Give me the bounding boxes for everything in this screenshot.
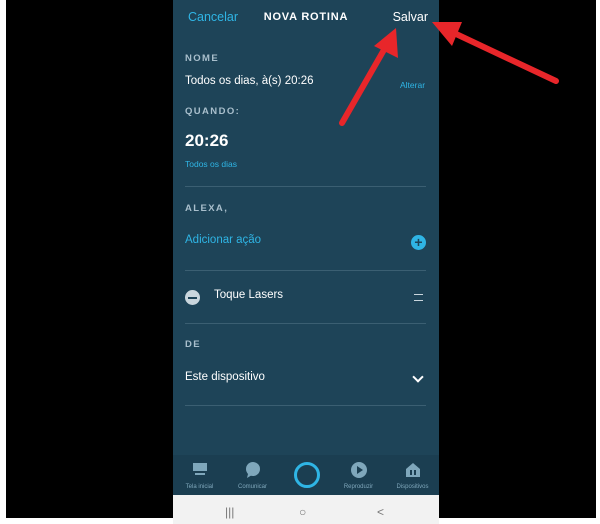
add-action-link[interactable]: Adicionar ação bbox=[185, 234, 261, 246]
change-name-link[interactable]: Alterar bbox=[400, 80, 425, 90]
nav-devices-label: Dispositivos bbox=[396, 484, 429, 490]
divider bbox=[185, 323, 426, 324]
add-action-plus-icon[interactable]: + bbox=[411, 235, 426, 250]
remove-action-minus-icon[interactable] bbox=[185, 290, 200, 305]
recents-button[interactable]: ||| bbox=[225, 505, 234, 519]
nav-home[interactable]: Tela inicial bbox=[173, 455, 226, 490]
chat-bubble-icon bbox=[245, 462, 260, 478]
recurrence-text[interactable]: Todos os dias bbox=[185, 159, 237, 169]
routine-name-value: Todos os dias, à(s) 20:26 bbox=[185, 75, 314, 87]
nav-play-label: Reproduzir bbox=[343, 484, 374, 490]
divider bbox=[185, 186, 426, 187]
devices-icon bbox=[405, 463, 420, 477]
from-section-label: DE bbox=[185, 339, 201, 350]
drag-handle-icon[interactable] bbox=[414, 294, 423, 301]
chevron-down-icon[interactable] bbox=[412, 371, 424, 383]
nav-communicate-label: Comunicar bbox=[237, 484, 267, 490]
home-button[interactable]: ○ bbox=[299, 505, 306, 519]
home-icon bbox=[192, 463, 207, 475]
alexa-section-label: ALEXA, bbox=[185, 203, 229, 214]
phone-screen: Cancelar NOVA ROTINA Salvar NOME Todos o… bbox=[173, 0, 439, 524]
alexa-ring-icon[interactable] bbox=[294, 462, 320, 488]
divider bbox=[185, 405, 426, 406]
top-bar: Cancelar NOVA ROTINA Salvar bbox=[173, 0, 439, 36]
play-icon bbox=[350, 462, 367, 478]
nav-play[interactable]: Reproduzir bbox=[332, 455, 385, 490]
divider bbox=[185, 270, 426, 271]
system-nav-bar: ||| ○ < bbox=[173, 495, 439, 524]
back-button[interactable]: < bbox=[377, 505, 384, 519]
save-button[interactable]: Salvar bbox=[393, 10, 428, 24]
nav-home-label: Tela inicial bbox=[185, 484, 214, 490]
schedule-time[interactable]: 20:26 bbox=[185, 131, 228, 151]
nav-communicate[interactable]: Comunicar bbox=[226, 455, 279, 490]
name-section-label: NOME bbox=[185, 53, 220, 64]
when-section-label: QUANDO: bbox=[185, 106, 241, 117]
device-selector-value[interactable]: Este dispositivo bbox=[185, 371, 265, 383]
nav-devices[interactable]: Dispositivos bbox=[386, 455, 439, 490]
action-item-label[interactable]: Toque Lasers bbox=[214, 289, 283, 301]
